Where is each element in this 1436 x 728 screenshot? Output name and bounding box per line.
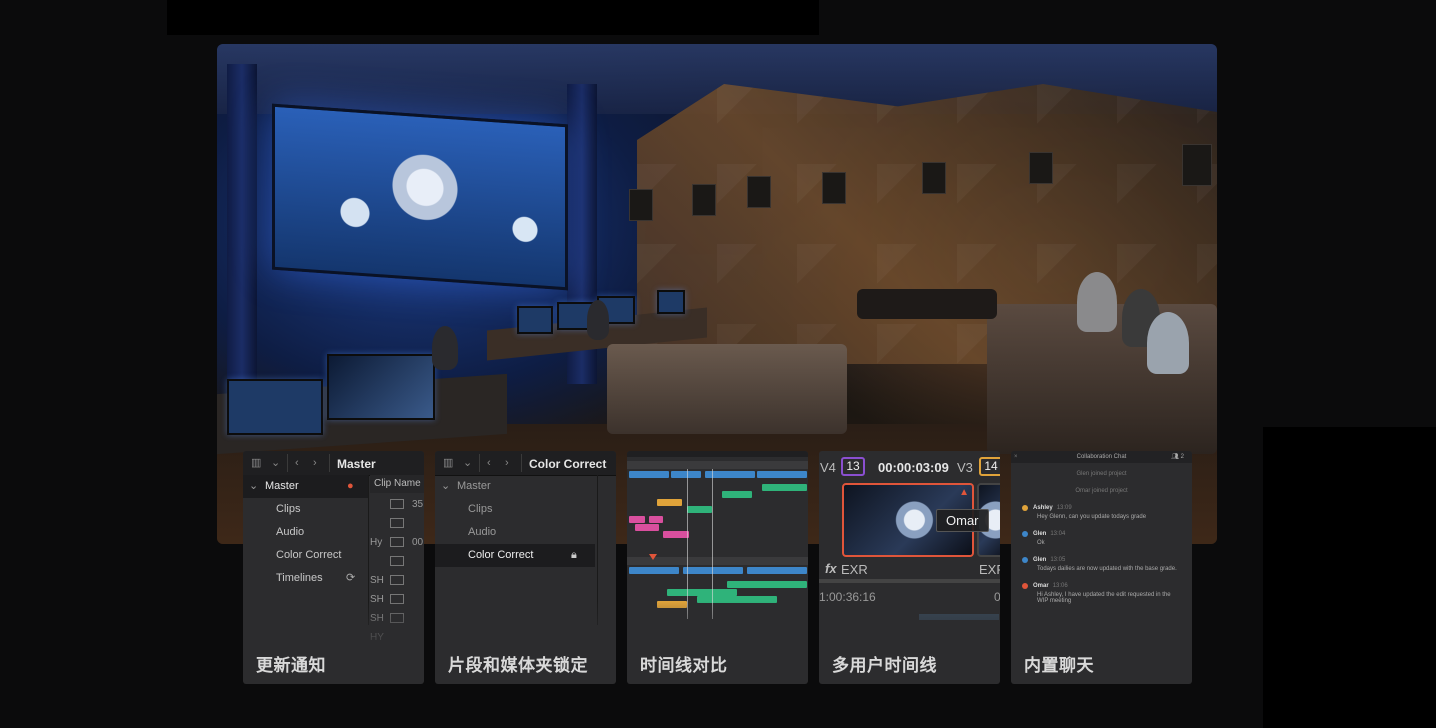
feature-card-bin-locking[interactable]: ▥ ⌄ ‹ › Color Correct ⌄ Master Clips Aud…	[435, 451, 616, 684]
feature-card-built-in-chat[interactable]: × Collaboration Chat 👥︎ 2 Glen joined pr…	[1011, 451, 1192, 684]
curtain-left	[227, 64, 257, 394]
monitor	[227, 379, 323, 435]
clip-icon	[390, 575, 404, 586]
speaker	[1029, 152, 1053, 184]
user-icon: ▲	[959, 487, 969, 498]
bar-counter	[857, 289, 997, 319]
lock-icon[interactable]: 🔒︎	[571, 544, 577, 567]
timeline-track[interactable]	[627, 567, 808, 575]
clip-row[interactable]: Hy	[370, 514, 424, 548]
speaker	[1182, 144, 1212, 186]
speaker	[747, 176, 771, 208]
person	[1147, 312, 1189, 374]
card-caption: 多用户时间线	[832, 656, 937, 675]
clip-row[interactable]: SH	[370, 552, 424, 586]
sidebar-toggle-icon[interactable]: ▥	[251, 457, 263, 469]
format-label: EXR	[841, 562, 868, 577]
monitor	[517, 306, 553, 334]
format-label: EXR	[979, 562, 1000, 577]
bin-tree: ⌄ Master ● Clips Audio Color Correct Tim…	[243, 475, 368, 590]
user-tooltip: Omar	[936, 509, 989, 532]
card-caption: 内置聊天	[1024, 656, 1094, 675]
chevron-down-icon[interactable]: ⌄	[463, 457, 475, 469]
bin-title: Color Correct	[529, 457, 607, 471]
speaker	[692, 184, 716, 216]
chat-system-message: Glen joined project	[1076, 471, 1127, 477]
user-icon: ●	[347, 480, 354, 492]
chat-message: Glen 13:05 Todays dailies are now updated…	[1022, 557, 1177, 572]
monitor	[327, 354, 435, 420]
avatar	[1022, 557, 1028, 563]
tree-item-clips[interactable]: Clips	[435, 498, 595, 521]
avatar	[1022, 505, 1028, 511]
top-black-bar	[167, 0, 819, 35]
clip-icon	[390, 518, 404, 529]
timeline-track[interactable]	[627, 471, 808, 479]
right-black-block	[1263, 427, 1436, 728]
panel-header: ▥ ⌄ ‹ › Master	[243, 451, 424, 476]
column-header-clip-name[interactable]: Clip Name	[370, 475, 424, 493]
tree-item-color-correct[interactable]: Color Correct	[243, 544, 368, 567]
avatar	[1022, 531, 1028, 537]
close-icon[interactable]: ×	[1014, 451, 1018, 463]
playhead-marker-icon[interactable]	[649, 554, 657, 560]
feature-card-timeline-compare[interactable]: 时间线对比	[627, 451, 808, 684]
tree-item-color-correct[interactable]: Color Correct 🔒︎	[435, 544, 595, 567]
bin-tree: ⌄ Master Clips Audio Color Correct 🔒︎	[435, 475, 595, 567]
person	[1077, 272, 1117, 332]
back-icon[interactable]: ‹	[295, 457, 307, 469]
playhead-compare[interactable]	[687, 469, 713, 619]
card-caption: 片段和媒体夹锁定	[448, 656, 588, 675]
forward-icon[interactable]: ›	[313, 457, 325, 469]
clip-row[interactable]: SH	[370, 571, 424, 605]
track-label: V3	[957, 460, 973, 475]
clip-row[interactable]: 35	[370, 495, 423, 514]
chevron-down-icon[interactable]: ⌄	[441, 475, 450, 498]
chevron-down-icon[interactable]: ⌄	[249, 475, 258, 498]
tree-item-clips[interactable]: Clips	[243, 498, 368, 521]
sidebar-toggle-icon[interactable]: ▥	[443, 457, 455, 469]
tree-item-master[interactable]: ⌄ Master	[435, 475, 595, 498]
tree-item-audio[interactable]: Audio	[243, 521, 368, 544]
refresh-icon[interactable]: ⟳	[346, 567, 355, 590]
clip-count-badge: 14	[979, 457, 1000, 476]
speaker	[629, 189, 653, 221]
monitor	[657, 290, 685, 314]
chat-message: Glen 13:04 Ok	[1022, 531, 1065, 546]
timeline-scrubber[interactable]	[819, 579, 1000, 583]
users-icon[interactable]: 👥︎ 2	[1171, 451, 1184, 463]
panel-header: ▥ ⌄ ‹ › Color Correct	[435, 451, 616, 476]
sofa-center	[607, 344, 847, 434]
tree-item-audio[interactable]: Audio	[435, 521, 595, 544]
track-label: V4	[820, 460, 836, 475]
chat-system-message: Omar joined project	[1075, 488, 1128, 494]
bin-title: Master	[337, 457, 376, 471]
timeline-ruler[interactable]	[627, 461, 808, 469]
card-caption: 更新通知	[256, 656, 326, 675]
person	[432, 326, 458, 370]
timecode: 00:00:03:09	[878, 460, 949, 475]
avatar	[1022, 583, 1028, 589]
fx-icon[interactable]: fx	[825, 561, 837, 576]
cinema-screen	[272, 103, 568, 291]
speaker	[922, 162, 946, 194]
clip-icon	[390, 556, 404, 567]
tree-item-master[interactable]: ⌄ Master ●	[243, 475, 368, 498]
feature-card-update-notifications[interactable]: ▥ ⌄ ‹ › Master ⌄ Master ● Clips Audio Co…	[243, 451, 424, 684]
card-caption: 时间线对比	[640, 656, 728, 675]
chat-message: Ashley 13:09 Hey Glenn, can you update to…	[1022, 505, 1146, 520]
chat-header: × Collaboration Chat 👥︎ 2	[1011, 451, 1192, 463]
clip-icon	[390, 537, 404, 548]
feature-card-multi-user-timeline[interactable]: V4 13 00:00:03:09 V3 14 ▲ Omar fx EXR EX…	[819, 451, 1000, 684]
forward-icon[interactable]: ›	[505, 457, 517, 469]
speaker	[822, 172, 846, 204]
back-icon[interactable]: ‹	[487, 457, 499, 469]
chevron-down-icon[interactable]: ⌄	[271, 457, 283, 469]
clip-row[interactable]: 00	[370, 533, 423, 552]
tree-item-timelines[interactable]: Timelines ⟳	[243, 567, 368, 590]
person	[587, 300, 609, 340]
clip-count-badge: 13	[841, 457, 865, 476]
clip-icon	[390, 499, 404, 510]
